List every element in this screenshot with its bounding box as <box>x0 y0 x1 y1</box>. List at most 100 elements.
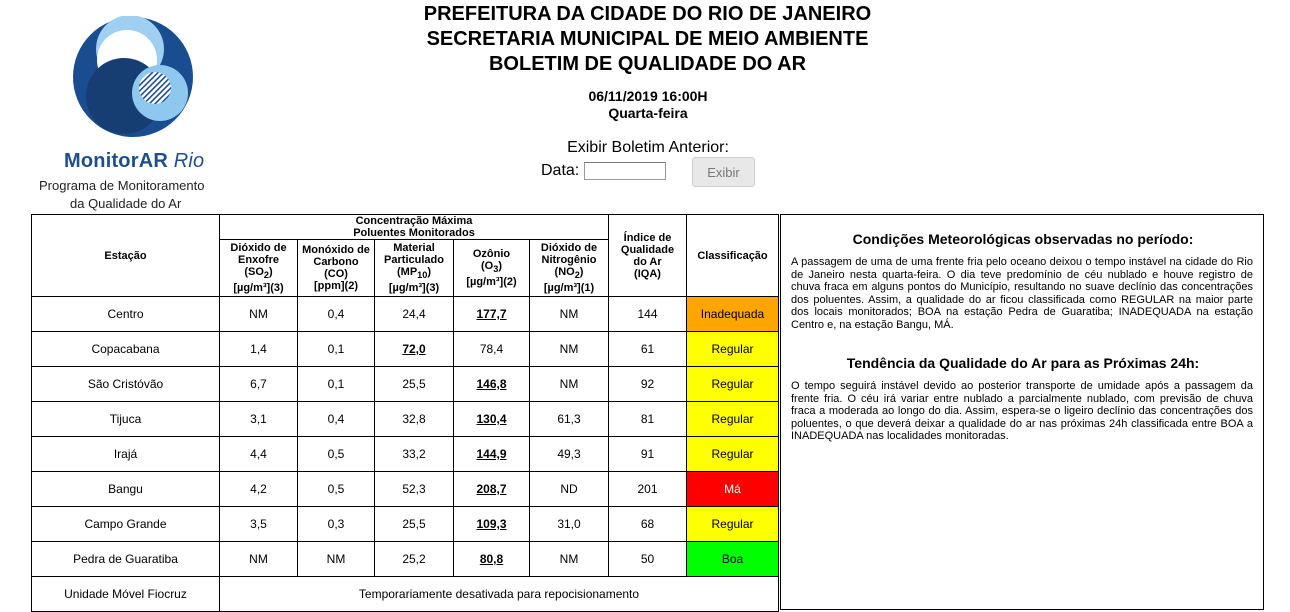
air-quality-table: Estação Concentração Máxima Poluentes Mon… <box>31 214 779 612</box>
station-name: Pedra de Guaratiba <box>31 541 220 577</box>
no2-value: ND <box>529 471 609 507</box>
station-name: Irajá <box>31 436 220 472</box>
station-name: Bangu <box>31 471 220 507</box>
date-label: Data: <box>541 162 580 179</box>
pollutant-header: Dióxido de Nitrogênio (NO2) [µg/m³](1) <box>529 239 609 297</box>
co-value: NM <box>297 541 375 577</box>
brand-name: MonitorAR Rio <box>64 150 205 172</box>
iqa-value: 92 <box>608 366 687 402</box>
so2-value: 6,7 <box>219 366 298 402</box>
so2-value: NM <box>219 296 298 332</box>
classification-cell: Regular <box>686 506 779 542</box>
mp10-value: 33,2 <box>374 436 454 472</box>
co-value: 0,1 <box>297 331 375 367</box>
air-quality-trend-text: O tempo seguirá instável devido ao poste… <box>791 380 1253 442</box>
monitorar-logo-icon <box>73 16 193 137</box>
brand-subtitle-line1: Programa de Monitoramento <box>39 178 205 193</box>
o3-value: 146,8 <box>453 366 530 402</box>
table-row: Bangu 4,2 0,5 52,3 208,7 ND 201 Má <box>31 471 779 507</box>
classification-header: Classificação <box>686 214 779 297</box>
no2-value: 61,3 <box>529 401 609 437</box>
iqa-value: 81 <box>608 401 687 437</box>
pollutant-header: Monóxido de Carbono (CO) [ppm](2) <box>297 239 375 297</box>
table-row: São Cristóvão 6,7 0,1 25,5 146,8 NM 92 Regular <box>31 366 779 402</box>
so2-value: 3,1 <box>219 401 298 437</box>
mp10-value: 25,2 <box>374 541 454 577</box>
pollutant-header: Material Particulado (MP10) [µg/m³](3) <box>374 239 454 297</box>
o3-value: 177,7 <box>453 296 530 332</box>
co-value: 0,5 <box>297 436 375 472</box>
pollutant-header: Dióxido de Enxofre (SO2) [µg/m³](3) <box>219 239 298 297</box>
station-name: Tijuca <box>31 401 220 437</box>
table-row: Campo Grande 3,5 0,3 25,5 109,3 31,0 68 Regular <box>31 506 779 542</box>
no2-value: NM <box>529 541 609 577</box>
o3-value: 144,9 <box>453 436 530 472</box>
page-title: PREFEITURA DA CIDADE DO RIO DE JANEIRO S… <box>290 2 1005 77</box>
show-bulletin-button[interactable]: Exibir <box>692 157 755 187</box>
table-row: Irajá 4,4 0,5 33,2 144,9 49,3 91 Regular <box>31 436 779 472</box>
co-value: 0,5 <box>297 471 375 507</box>
no2-value: NM <box>529 366 609 402</box>
mp10-value: 25,5 <box>374 366 454 402</box>
so2-value: NM <box>219 541 298 577</box>
air-quality-trend-title: Tendência da Qualidade do Ar para as Pró… <box>846 355 1200 371</box>
o3-value: 109,3 <box>453 506 530 542</box>
title-line1: PREFEITURA DA CIDADE DO RIO DE JANEIRO <box>423 3 872 25</box>
mp10-value: 24,4 <box>374 296 454 332</box>
station-name: Campo Grande <box>31 506 220 542</box>
station-name: Unidade Móvel Fiocruz <box>31 576 220 612</box>
o3-value: 78,4 <box>453 331 530 367</box>
so2-value: 1,4 <box>219 331 298 367</box>
o3-value: 208,7 <box>453 471 530 507</box>
pollutant-header: Ozônio (O3) [µg/m³](2) <box>453 239 530 297</box>
date-input[interactable] <box>584 162 666 180</box>
so2-value: 3,5 <box>219 506 298 542</box>
conditions-panel: Condições Meteorológicas observadas no p… <box>780 214 1264 610</box>
mp10-value: 32,8 <box>374 401 454 437</box>
classification-cell: Boa <box>686 541 779 577</box>
station-name: Centro <box>31 296 220 332</box>
station-note: Temporariamente desativada para repocisi… <box>219 576 779 612</box>
iqa-value: 61 <box>608 331 687 367</box>
iqa-value: 50 <box>608 541 687 577</box>
iqa-header: Índice de Qualidade do Ar (IQA) <box>608 214 687 297</box>
co-value: 0,1 <box>297 366 375 402</box>
table-row: Centro NM 0,4 24,4 177,7 NM 144 Inadequada <box>31 296 779 332</box>
iqa-value: 144 <box>608 296 687 332</box>
weather-conditions-title: Condições Meteorológicas observadas no p… <box>852 231 1194 247</box>
no2-value: NM <box>529 296 609 332</box>
co-value: 0,4 <box>297 296 375 332</box>
co-value: 0,4 <box>297 401 375 437</box>
mp10-value: 52,3 <box>374 471 454 507</box>
classification-cell: Regular <box>686 401 779 437</box>
table-row: Copacabana 1,4 0,1 72,0 78,4 NM 61 Regular <box>31 331 779 367</box>
classification-cell: Regular <box>686 331 779 367</box>
weather-conditions-text: A passagem de uma de uma frente fria pel… <box>791 256 1253 331</box>
classification-cell: Inadequada <box>686 296 779 332</box>
no2-value: NM <box>529 331 609 367</box>
o3-value: 80,8 <box>453 541 530 577</box>
so2-value: 4,4 <box>219 436 298 472</box>
no2-value: 31,0 <box>529 506 609 542</box>
bulletin-datetime: 06/11/2019 16:00H <box>588 88 708 104</box>
classification-cell: Má <box>686 471 779 507</box>
station-name: Copacabana <box>31 331 220 367</box>
no2-value: 49,3 <box>529 436 609 472</box>
title-line2: SECRETARIA MUNICIPAL DE MEIO AMBIENTE <box>426 28 869 50</box>
station-header: Estação <box>31 214 220 297</box>
title-line3: BOLETIM DE QUALIDADE DO AR <box>488 53 807 75</box>
bulletin-date: 06/11/2019 16:00H Quarta-feira <box>548 88 748 122</box>
table-row: Unidade Móvel Fiocruz Temporariamente des… <box>31 576 779 612</box>
monitorar-logo: MonitorAR Rio Programa de Monitoramento … <box>30 16 235 216</box>
bulletin-weekday: Quarta-feira <box>608 105 688 121</box>
so2-value: 4,2 <box>219 471 298 507</box>
mp10-value: 25,5 <box>374 506 454 542</box>
station-name: São Cristóvão <box>31 366 220 402</box>
iqa-value: 68 <box>608 506 687 542</box>
table-row: Tijuca 3,1 0,4 32,8 130,4 61,3 81 Regular <box>31 401 779 437</box>
co-value: 0,3 <box>297 506 375 542</box>
table-row: Pedra de Guaratiba NM NM 25,2 80,8 NM 50 Boa <box>31 541 779 577</box>
mp10-value: 72,0 <box>374 331 454 367</box>
iqa-value: 91 <box>608 436 687 472</box>
previous-bulletin-label: Exibir Boletim Anterior: <box>567 139 729 156</box>
